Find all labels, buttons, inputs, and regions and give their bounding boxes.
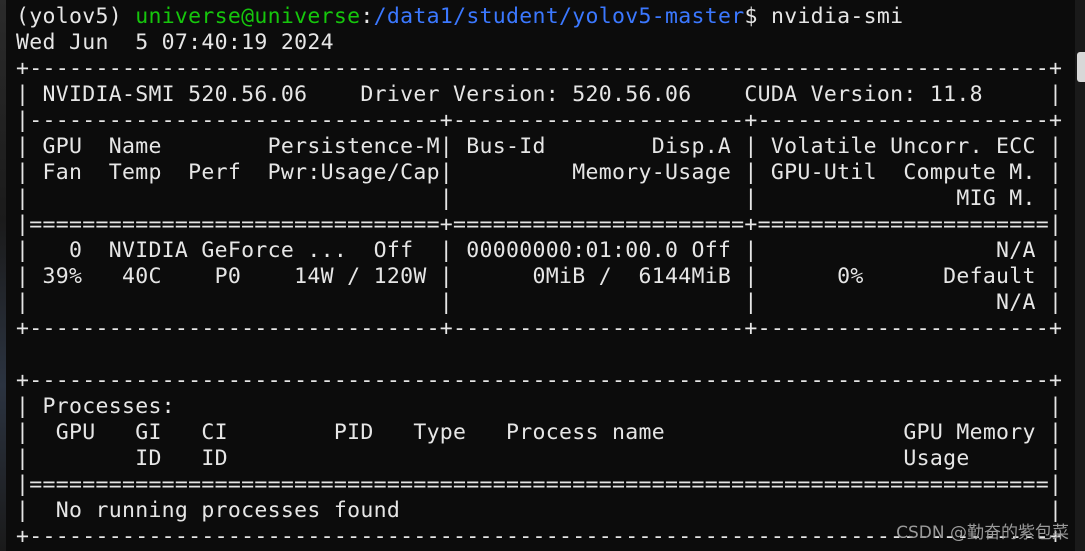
gpu-header-row-1: | GPU Name Persistence-M| Bus-Id Disp.A … [16, 134, 1063, 159]
gpu-header-row-3: | | | MIG M. | [16, 186, 1063, 211]
terminal-window[interactable]: (yolov5) universe@universe:/data1/studen… [0, 0, 1085, 551]
command-prompt-line: (yolov5) universe@universe:/data1/studen… [16, 4, 903, 30]
vertical-scrollbar[interactable] [1075, 0, 1085, 551]
processes-header-row-1: | GPU GI CI PID Type Process name GPU Me… [16, 420, 1063, 445]
conda-env-label: (yolov5) [16, 4, 122, 29]
table-border-bottom: +-------------------------------+-------… [16, 316, 1063, 341]
table-separator: |-------------------------------+-------… [16, 108, 1063, 133]
table-border-top: +---------------------------------------… [16, 56, 1063, 81]
gpu-row-2: | 39% 40C P0 14W / 120W | 0MiB / 6144MiB… [16, 264, 1063, 289]
processes-border-top: +---------------------------------------… [16, 368, 1063, 393]
gpu-row-1: | 0 NVIDIA GeForce ... Off | 00000000:01… [16, 238, 1063, 263]
prompt-colon: : [360, 4, 374, 29]
user-host: universe@universe [135, 4, 361, 29]
processes-title-row: | Processes: | [16, 394, 1063, 419]
background-edge [0, 0, 6, 551]
prompt-symbol: $ [744, 4, 758, 29]
csdn-watermark: CSDN @勤奋的紫包菜 [896, 523, 1069, 543]
processes-header-row-2: | ID ID Usage | [16, 446, 1063, 471]
output-timestamp: Wed Jun 5 07:40:19 2024 [16, 30, 334, 55]
current-directory: /data1/student/yolov5-master [373, 4, 745, 29]
gpu-row-3: | | | N/A | [16, 290, 1063, 315]
processes-double-separator: |=======================================… [16, 472, 1063, 497]
command-text: nvidia-smi [770, 4, 904, 29]
scrollbar-thumb[interactable] [1077, 52, 1085, 82]
table-double-separator: |===============================+=======… [16, 212, 1063, 237]
driver-version-row: | NVIDIA-SMI 520.56.06 Driver Version: 5… [16, 82, 1063, 107]
gpu-header-row-2: | Fan Temp Perf Pwr:Usage/Cap| Memory-Us… [16, 160, 1063, 185]
